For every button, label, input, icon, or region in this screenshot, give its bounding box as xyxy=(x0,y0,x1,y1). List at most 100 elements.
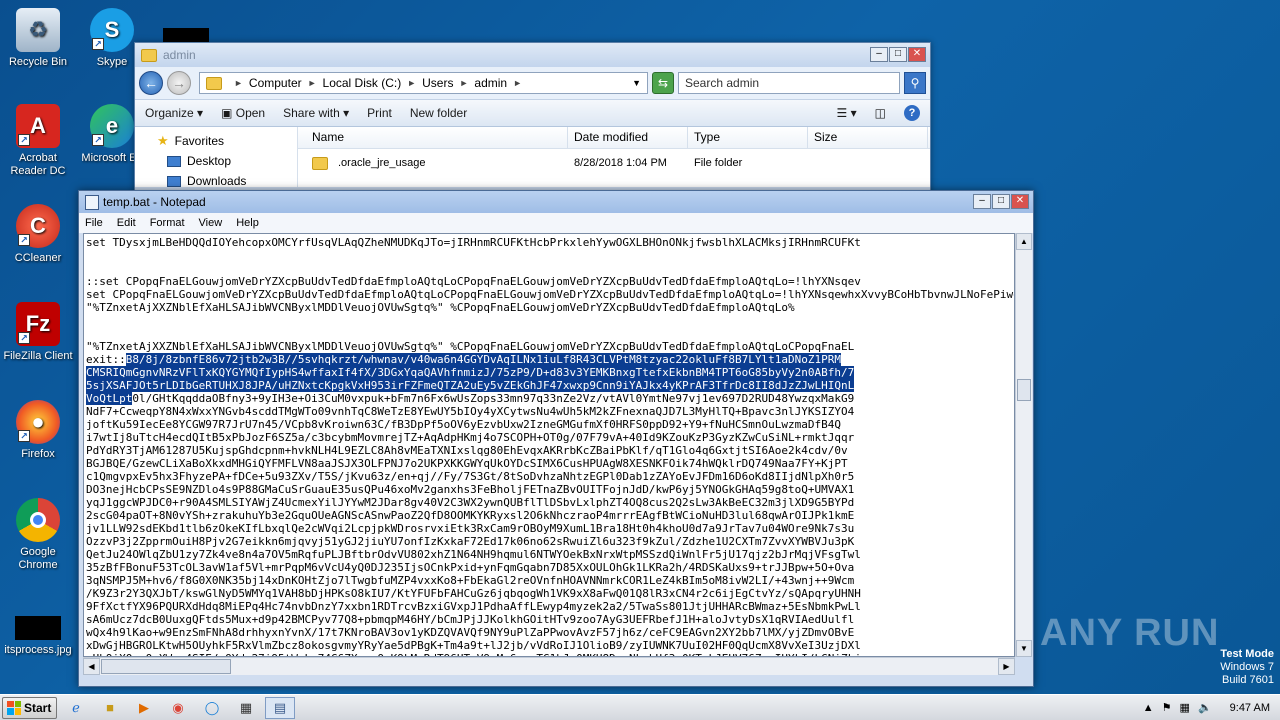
vertical-scrollbar[interactable]: ▲ ▼ xyxy=(1015,233,1032,657)
share-with-button[interactable]: Share with ▾ xyxy=(283,106,349,120)
scroll-right-icon[interactable]: ▶ xyxy=(998,658,1015,675)
menu-help[interactable]: Help xyxy=(236,217,259,229)
column-name[interactable]: Name xyxy=(298,127,568,148)
desktop-icon-acrobat[interactable]: A ↗ Acrobat Reader DC xyxy=(0,104,76,178)
text-line: "%TZnxetAjXXZNblEfXaHLSAJibWVCNByxlMDDlV… xyxy=(86,301,795,314)
desktop-icon-itsprocess[interactable]: itsprocess.jpg xyxy=(0,616,76,657)
notepad-title: temp.bat - Notepad xyxy=(103,195,206,209)
refresh-button[interactable]: ⇆ xyxy=(652,72,674,94)
firefox-icon: ● ↗ xyxy=(16,400,60,444)
desktop-icon-chrome[interactable]: Google Chrome xyxy=(0,498,76,572)
desktop-icon-recycle-bin[interactable]: ♻ Recycle Bin xyxy=(0,8,76,69)
ie-icon[interactable]: ℯ xyxy=(61,697,91,719)
nav-desktop[interactable]: Desktop xyxy=(157,151,297,171)
flag-notification-icon[interactable]: ⚑ xyxy=(1162,701,1172,714)
close-button[interactable]: ✕ xyxy=(908,47,926,62)
new-folder-button[interactable]: New folder xyxy=(410,106,467,120)
menu-view[interactable]: View xyxy=(199,217,223,229)
breadcrumb-local-disk[interactable]: Local Disk (C:) xyxy=(323,76,402,90)
shortcut-arrow-icon: ↗ xyxy=(18,430,30,442)
horizontal-scrollbar[interactable]: ◀ ▶ xyxy=(83,657,1015,675)
explorer-title: admin xyxy=(163,48,196,62)
explorer-title-bar[interactable]: admin – □ ✕ xyxy=(135,43,930,67)
breadcrumb-separator-icon: ► xyxy=(307,78,317,88)
maximize-button[interactable]: □ xyxy=(889,47,907,62)
explorer-window[interactable]: admin – □ ✕ ← → ► Computer ► Local Disk … xyxy=(134,42,931,202)
text-line: NdF7+CcweqpY8N4xWxxYNGvb4scddTMgWTo09vnh… xyxy=(86,405,855,418)
column-type[interactable]: Type xyxy=(688,127,808,148)
minimize-button[interactable]: – xyxy=(973,194,991,209)
organize-label: Organize xyxy=(145,106,194,120)
selected-text: B8/8j/8zbnfE86v72jtb2w3B//5svhqkrzt/whwn… xyxy=(125,353,841,366)
print-button[interactable]: Print xyxy=(367,106,392,120)
minimize-button[interactable]: – xyxy=(870,47,888,62)
search-placeholder: Search admin xyxy=(685,76,760,90)
preview-pane-icon[interactable]: ◫ xyxy=(875,106,886,120)
row-date: 8/28/2018 1:04 PM xyxy=(574,157,667,169)
scroll-up-icon[interactable]: ▲ xyxy=(1016,233,1032,250)
address-dropdown-icon[interactable]: ▼ xyxy=(632,78,641,88)
close-button[interactable]: ✕ xyxy=(1011,194,1029,209)
text-line xyxy=(86,327,1014,340)
chrome-taskbar-icon[interactable]: ◉ xyxy=(163,697,193,719)
help-icon[interactable]: ? xyxy=(904,105,920,121)
text-line: set TDysxjmLBeHDQQdIOYehcopxOMCYrfUsqVLA… xyxy=(86,236,861,249)
file-list: Name Date modified Type Size .oracle_jre… xyxy=(298,127,930,187)
notepad-title-bar[interactable]: temp.bat - Notepad – □ ✕ xyxy=(79,191,1033,213)
breadcrumb-users[interactable]: Users xyxy=(422,76,453,90)
forward-button[interactable]: → xyxy=(167,71,191,95)
breadcrumb-computer[interactable]: Computer xyxy=(249,76,302,90)
selected-text: CMSRIQmGgnvNRzVFlTxKQYGYMQfIypHS4wffaxIf… xyxy=(86,366,855,379)
menu-file[interactable]: File xyxy=(85,217,103,229)
table-row[interactable]: .oracle_jre_usage 8/28/2018 1:04 PM File… xyxy=(298,149,930,177)
column-date[interactable]: Date modified xyxy=(568,127,688,148)
scroll-thumb-horizontal[interactable] xyxy=(101,659,231,674)
address-bar[interactable]: ► Computer ► Local Disk (C:) ► Users ► a… xyxy=(199,72,648,94)
desktop-icon-filezilla[interactable]: Fz ↗ FileZilla Client xyxy=(0,302,76,363)
notepad-window[interactable]: temp.bat - Notepad – □ ✕ File Edit Forma… xyxy=(78,190,1034,687)
desktop-icon-ccleaner[interactable]: C ↗ CCleaner xyxy=(0,204,76,265)
menu-format[interactable]: Format xyxy=(150,217,185,229)
explorer-taskbar-icon[interactable]: ■ xyxy=(95,697,125,719)
menu-edit[interactable]: Edit xyxy=(117,217,136,229)
desktop-icon-firefox[interactable]: ● ↗ Firefox xyxy=(0,400,76,461)
text-line: sA6mUcz7dcB0UuxgQFtds5Mux+d9p42BMCPyv77Q… xyxy=(86,613,855,626)
start-button[interactable]: Start xyxy=(2,696,57,719)
view-options-icon[interactable]: ☰ ▾ xyxy=(837,106,857,120)
edge-taskbar-icon[interactable]: ◯ xyxy=(197,697,227,719)
notepad-icon xyxy=(85,194,99,210)
notepad-taskbar-icon[interactable]: ▤ xyxy=(265,696,295,719)
test-mode-label: Test Mode Windows 7 Build 7601 xyxy=(1220,648,1274,687)
back-button[interactable]: ← xyxy=(139,71,163,95)
organize-button[interactable]: Organize ▾ xyxy=(145,106,203,120)
nav-downloads[interactable]: Downloads xyxy=(157,171,297,191)
text-line: wQx4h9lKao+w9EnzSmFNhA8drhhyxnYvnX/17t7K… xyxy=(86,626,855,639)
text-line: CMSRIQmGgnvNRzVFlTxKQYGYMQfIypHS4wffaxIf… xyxy=(86,366,1014,379)
nav-downloads-label: Downloads xyxy=(187,174,247,188)
volume-icon[interactable]: 🔈 xyxy=(1198,701,1212,714)
notepad-text-area[interactable]: set TDysxjmLBeHDQQdIOYehcopxOMCYrfUsqVLA… xyxy=(83,233,1015,657)
open-button[interactable]: ▣ Open xyxy=(221,106,265,120)
clock[interactable]: 9:47 AM xyxy=(1230,702,1270,714)
network-icon[interactable]: ▦ xyxy=(1180,701,1190,714)
scroll-down-icon[interactable]: ▼ xyxy=(1016,640,1032,657)
calculator-taskbar-icon[interactable]: ▦ xyxy=(231,697,261,719)
search-input[interactable]: Search admin xyxy=(678,72,900,94)
explorer-toolbar: Organize ▾ ▣ Open Share with ▾ Print New… xyxy=(135,99,930,127)
breadcrumb-separator-icon: ► xyxy=(407,78,417,88)
text-line: "%TZnxetAjXXZNblEfXaHLSAJibWVCNByxlMDDlV… xyxy=(86,340,855,353)
text-line: /K9Z3r2Y3QXJbT/kswGlNyD5WMYq1VAH8bDjHPKs… xyxy=(86,587,861,600)
scroll-left-icon[interactable]: ◀ xyxy=(83,658,100,675)
search-icon[interactable]: ⚲ xyxy=(904,72,926,94)
scroll-thumb[interactable] xyxy=(1017,379,1031,401)
breadcrumb-admin[interactable]: admin xyxy=(474,76,507,90)
media-player-icon[interactable]: ▶ xyxy=(129,697,159,719)
nav-favorites[interactable]: ★ Favorites xyxy=(157,131,297,151)
desktop-folder-icon xyxy=(167,155,181,167)
maximize-button[interactable]: □ xyxy=(992,194,1010,209)
tray-expand-icon[interactable]: ▲ xyxy=(1143,702,1154,714)
taskbar: Start ℯ ■ ▶ ◉ ◯ ▦ ▤ ▲ ⚑ ▦ 🔈 9:47 AM xyxy=(0,694,1280,720)
column-size[interactable]: Size xyxy=(808,127,928,148)
desktop-icon-label: Recycle Bin xyxy=(8,56,68,68)
text-line: 35zBfFBonuF53TcOL3avW1af5Vl+mrPqpM6vVcU4… xyxy=(86,561,855,574)
